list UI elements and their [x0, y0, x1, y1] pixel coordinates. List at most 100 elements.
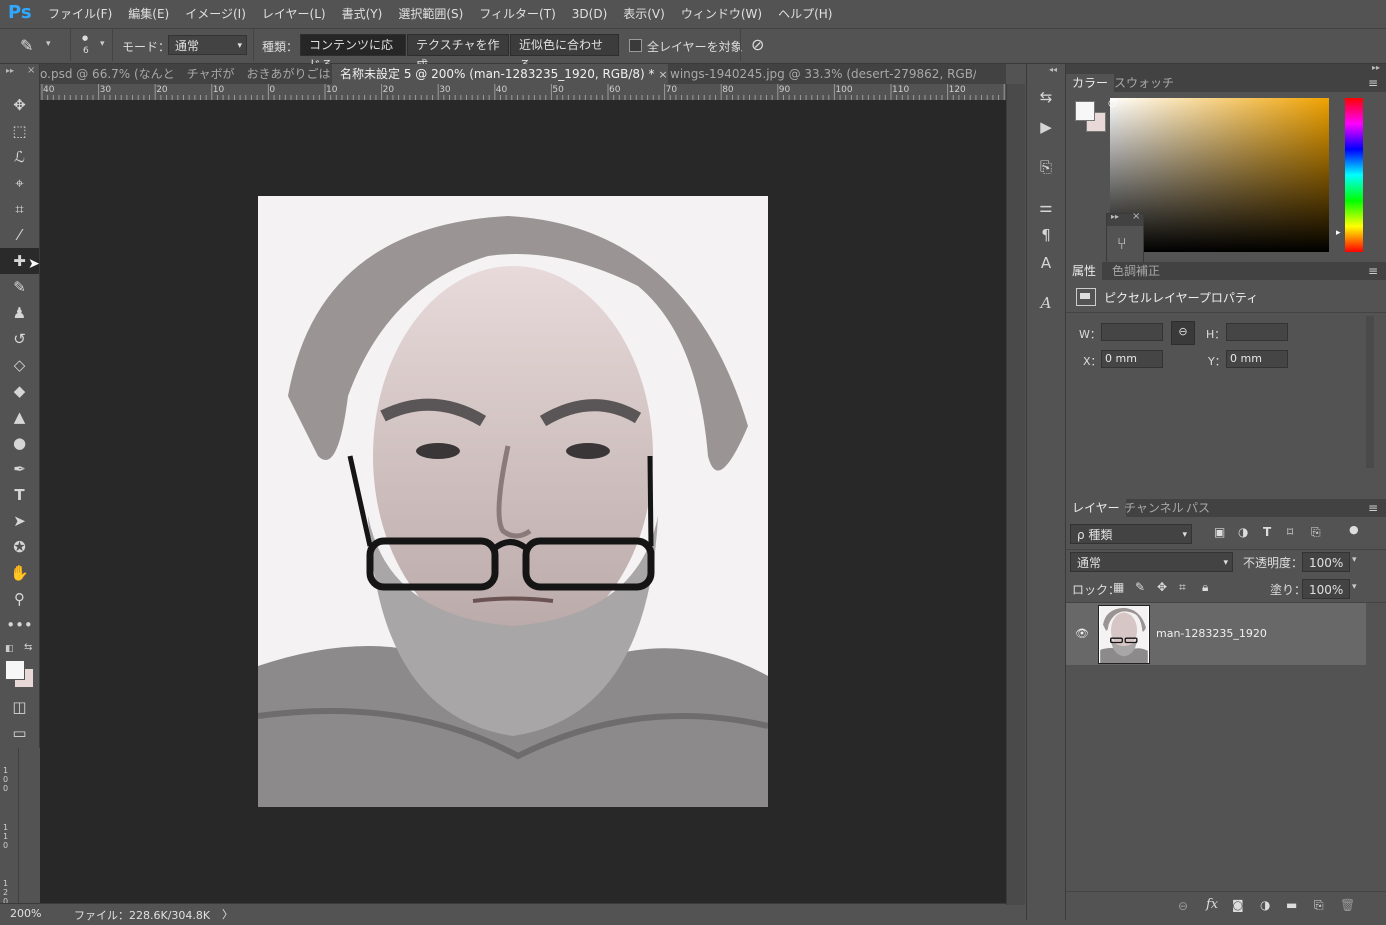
swap-colors-icon[interactable]: ⇆ [24, 642, 32, 653]
hue-slider[interactable] [1345, 98, 1363, 252]
adjustments-panel-icon[interactable]: ⚌ [1027, 194, 1065, 220]
vertical-scrollbar[interactable] [1006, 84, 1025, 905]
clone-source-panel-icon[interactable]: ⎘ [1027, 154, 1065, 180]
document-tab[interactable]: wings-1940245.jpg @ 33.3% (desert-279862… [670, 64, 976, 84]
paint-bucket-tool-icon[interactable]: ◆ [0, 378, 39, 404]
actions-panel-icon[interactable]: ▶ [1027, 114, 1065, 140]
create-texture-button[interactable]: テクスチャを作成 [407, 34, 509, 72]
history-panel-icon[interactable]: ⇆ [1027, 84, 1065, 110]
link-layers-icon[interactable]: ⊖ [1178, 899, 1188, 913]
x-field[interactable]: 0 mm [1101, 350, 1163, 368]
menu-3d[interactable]: 3D(D) [564, 7, 615, 21]
menu-type[interactable]: 書式(Y) [334, 5, 391, 22]
screen-mode-icon[interactable]: ▭ [0, 720, 39, 746]
close-icon[interactable]: × [658, 68, 667, 81]
collapse-panel-icon[interactable]: ▸▸ [1372, 63, 1380, 72]
quick-selection-tool-icon[interactable]: ⌖ [0, 170, 39, 196]
link-icon[interactable]: ⊖ [1171, 321, 1195, 345]
lock-all-icon[interactable]: 🔒︎ [1202, 580, 1208, 595]
tab-adjustments[interactable]: 色調補正 [1106, 262, 1166, 280]
document-tab-active[interactable]: 名称未設定 5 @ 200% (man-1283235_1920, RGB/8)… [332, 64, 668, 84]
hue-slider-handle[interactable]: ▸ [1336, 228, 1341, 238]
opacity-field[interactable]: 100% [1302, 552, 1350, 572]
eraser-tool-icon[interactable]: ◇ [0, 352, 39, 378]
zoom-level[interactable]: 200% [10, 907, 41, 920]
properties-scrollbar[interactable] [1366, 316, 1374, 468]
filter-pixel-icon[interactable]: ▣ [1214, 525, 1225, 539]
blur-tool-icon[interactable]: ▲ [0, 404, 39, 430]
new-adjustment-layer-icon[interactable]: ◑ [1260, 898, 1270, 912]
menu-select[interactable]: 選択範囲(S) [390, 5, 471, 22]
tab-color[interactable]: カラー [1066, 74, 1115, 92]
brush-preset-icon[interactable]: ⑂ [1117, 234, 1127, 253]
menu-layer[interactable]: レイヤー(L) [254, 5, 334, 22]
menu-image[interactable]: イメージ(I) [177, 5, 254, 22]
chevron-down-icon[interactable]: ▾ [1352, 582, 1357, 592]
hand-tool-icon[interactable]: ✋ [0, 560, 39, 586]
layer-row-selected[interactable]: 👁︎ man-1283235_1920 [1066, 603, 1366, 665]
collapse-panel-icon[interactable]: ◂◂ [1049, 65, 1057, 74]
menu-window[interactable]: ウィンドウ(W) [673, 5, 770, 22]
pen-tool-icon[interactable]: ✒ [0, 456, 39, 482]
eyedropper-tool-icon[interactable]: ⁄ [0, 222, 39, 248]
tab-layers[interactable]: レイヤー [1066, 499, 1126, 517]
layer-style-icon[interactable]: fx [1206, 897, 1218, 912]
filter-smart-object-icon[interactable]: ⎘ [1311, 525, 1321, 540]
filter-adjustment-icon[interactable]: ◑ [1238, 525, 1248, 539]
menu-filter[interactable]: フィルター(T) [471, 5, 563, 22]
type-tool-icon[interactable]: T [0, 482, 39, 508]
move-tool-icon[interactable]: ✥ [0, 92, 39, 118]
paragraph-panel-icon[interactable]: ¶ [1027, 222, 1065, 248]
tab-channels[interactable]: チャンネル [1118, 499, 1190, 517]
add-mask-icon[interactable]: ◙ [1232, 898, 1244, 912]
more-tools-icon[interactable]: ••• [0, 612, 39, 638]
proximity-match-button[interactable]: 近似色に合わせる [510, 34, 619, 72]
visibility-eye-icon[interactable]: 👁︎ [1075, 627, 1089, 640]
new-layer-icon[interactable]: ⎘ [1314, 898, 1324, 913]
filter-type-icon[interactable]: T [1263, 525, 1271, 539]
lasso-tool-icon[interactable]: ℒ [0, 144, 39, 170]
spot-healing-brush-tool-preset-icon[interactable]: ✎ [20, 36, 42, 56]
default-colors-icon[interactable]: ◧ [5, 644, 14, 654]
blend-mode-dropdown[interactable]: 通常 ▾ [1070, 552, 1233, 572]
dodge-tool-icon[interactable]: ● [0, 430, 39, 456]
panel-menu-icon[interactable]: ≡ [1368, 501, 1378, 515]
y-field[interactable]: 0 mm [1226, 350, 1288, 368]
path-selection-tool-icon[interactable]: ➤ [0, 508, 39, 534]
pressure-size-icon[interactable]: ⊘ [751, 35, 764, 54]
crop-tool-icon[interactable]: ⌗ [0, 196, 39, 222]
document-tab[interactable]: o.psd @ 66.7% (なんと チャボが おきあがりごはん... × [40, 64, 330, 84]
tab-properties[interactable]: 属性 [1066, 262, 1103, 280]
foreground-color-chip[interactable] [1075, 101, 1095, 121]
quick-mask-icon[interactable]: ◫ [0, 694, 39, 720]
chevron-down-icon[interactable]: ▾ [1352, 555, 1357, 565]
menu-view[interactable]: 表示(V) [615, 5, 673, 22]
delete-layer-icon[interactable]: 🗑︎ [1340, 898, 1355, 912]
lock-image-pixels-icon[interactable]: ✎ [1135, 580, 1145, 594]
content-aware-button[interactable]: コンテンツに応じる [300, 34, 406, 72]
collapse-toolbar-icon[interactable]: ▸▸ [6, 66, 14, 75]
panel-menu-icon[interactable]: ≡ [1368, 264, 1378, 278]
close-icon[interactable]: × [27, 65, 35, 76]
chevron-down-icon[interactable]: ▾ [46, 39, 51, 49]
tab-paths[interactable]: パス [1180, 499, 1216, 517]
filter-shape-icon[interactable]: ⌑ [1287, 525, 1293, 539]
menu-file[interactable]: ファイル(F) [40, 5, 120, 22]
panel-menu-icon[interactable]: ≡ [1368, 76, 1378, 90]
lock-position-icon[interactable]: ✥ [1157, 580, 1167, 594]
brush-tool-icon[interactable]: ✎ [0, 274, 39, 300]
menu-help[interactable]: ヘルプ(H) [770, 5, 840, 22]
clone-stamp-tool-icon[interactable]: ♟ [0, 300, 39, 326]
marquee-tool-icon[interactable]: ⬚ [0, 118, 39, 144]
lock-artboard-icon[interactable]: ⌗ [1179, 580, 1186, 595]
document-image-portrait[interactable] [258, 196, 768, 807]
menu-edit[interactable]: 編集(E) [120, 5, 177, 22]
filter-toggle-icon[interactable]: ● [1349, 523, 1359, 536]
tab-swatches[interactable]: スウォッチ [1108, 74, 1180, 92]
status-menu-arrow[interactable]: 〉 [222, 906, 233, 922]
sample-all-layers-checkbox[interactable] [629, 39, 642, 52]
chevron-down-icon[interactable]: ▾ [100, 39, 105, 49]
custom-shape-tool-icon[interactable]: ✪ [0, 534, 39, 560]
new-group-icon[interactable]: ▬ [1286, 898, 1297, 912]
foreground-color-swatch[interactable] [5, 660, 25, 680]
